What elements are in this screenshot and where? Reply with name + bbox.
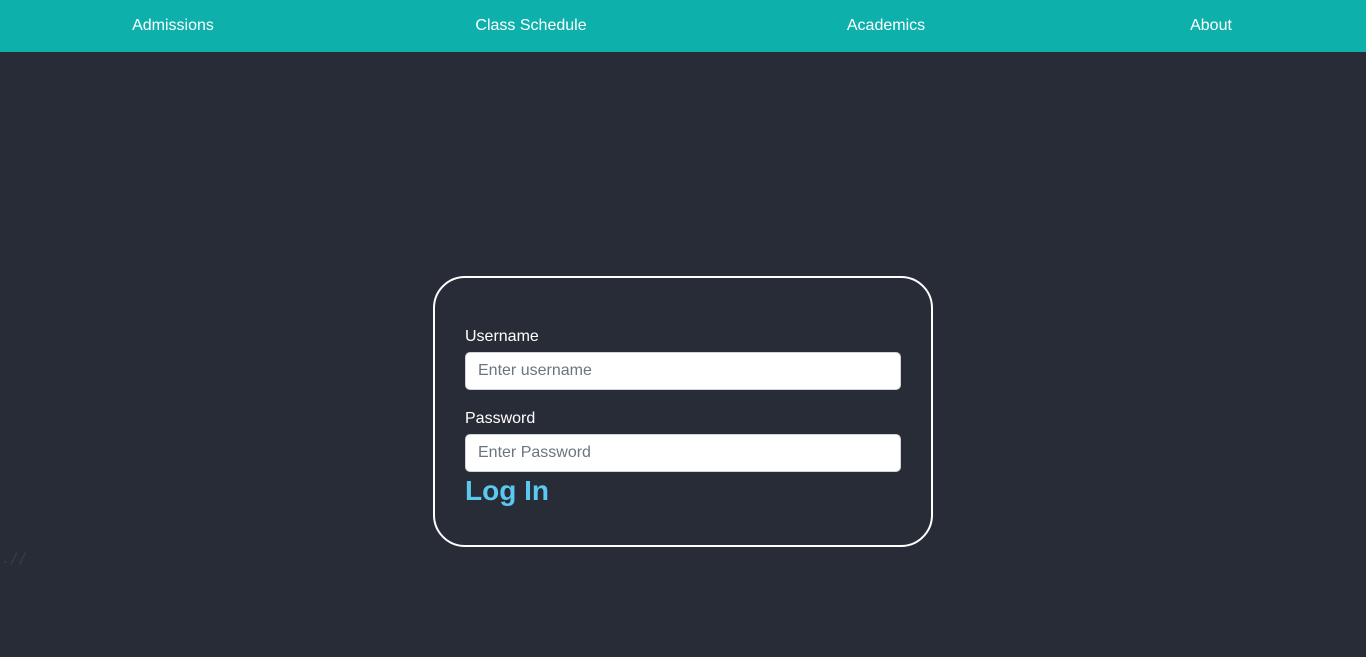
password-input[interactable] <box>465 434 901 472</box>
login-button[interactable]: Log In <box>465 474 549 508</box>
nav-link-about[interactable]: About <box>1190 0 1232 52</box>
nav-link-admissions[interactable]: Admissions <box>132 0 214 52</box>
top-navbar: Admissions Class Schedule Academics Abou… <box>0 0 1366 52</box>
username-label: Username <box>465 328 539 345</box>
nav-link-academics[interactable]: Academics <box>847 0 925 52</box>
login-card: Username Password Log In <box>433 276 933 547</box>
password-label: Password <box>465 410 536 427</box>
nav-link-class-schedule[interactable]: Class Schedule <box>475 0 586 52</box>
username-input[interactable] <box>465 352 901 390</box>
resize-grip-icon: .// <box>2 551 28 567</box>
